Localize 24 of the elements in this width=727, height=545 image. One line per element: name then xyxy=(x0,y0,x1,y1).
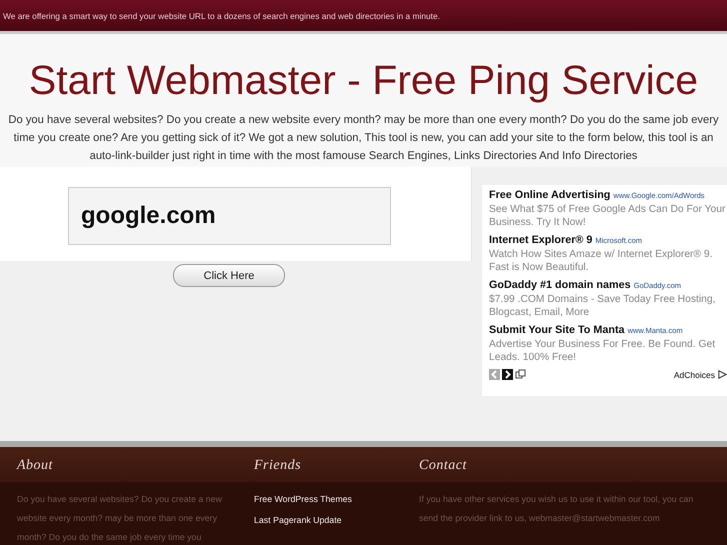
ad-text: Advertise Your Business For Free. Be Found. Get Leads. 100% Free! xyxy=(489,338,716,364)
footer-heading: Contact xyxy=(419,458,467,472)
ad-text: Watch How Sites Amaze w/ Internet Explorer® 9. Fast is Now Beautiful. xyxy=(489,248,714,274)
footer-paragraph: If you have other services you wish us to use it within our tool, you can send the provider link to us, webmaster@startwebmaster.com xyxy=(419,493,694,525)
footer-link[interactable]: Free WordPress Themes xyxy=(254,487,419,511)
ad-title[interactable]: Free Online Advertising xyxy=(489,189,610,201)
footer-paragraph: Do you have several websites? Do you create a new website every month? may be more than one every month? Do you do the same job every time you xyxy=(17,493,223,544)
footer-heading: About xyxy=(17,458,53,472)
url-field[interactable]: google.com xyxy=(68,187,391,245)
footer-link[interactable]: Last Pagerank Update xyxy=(254,508,419,532)
ad-text: See What $75 of Free Google Ads Can Do For Your Business. Try It Now! xyxy=(489,203,726,229)
site-title: Start Webmaster - Free Ping Service xyxy=(28,56,700,105)
ad-title[interactable]: Submit Your Site To Manta xyxy=(489,324,625,336)
tagline: We are offering a smart way to send your website URL to a dozens of search engines and web directories in a minute. xyxy=(3,10,440,20)
ad-title[interactable]: Internet Explorer® 9 xyxy=(489,234,592,246)
adchoices-link[interactable]: AdChoices xyxy=(674,370,715,380)
window-icon[interactable] xyxy=(515,369,526,380)
next-icon[interactable] xyxy=(502,369,513,380)
ad-text: $7.99 .COM Domains - Save Today Free Hosting, Blogcast, Email, More xyxy=(489,293,716,319)
intro-paragraph: Do you have several websites? Do you create a new website every month? may be more than one every month? Do you do the same job every time you create one? Are you getting sick of it? We got a new solution, This tool is new, you can add your site to the form below, this tool is an auto-link-builder just right in time with the most famouse Search Engines, Links Directories And Info Directories xyxy=(7,113,720,164)
footer-heading: Friends xyxy=(254,458,302,472)
play-icon[interactable] xyxy=(718,370,727,379)
submit-button[interactable]: Click Here xyxy=(173,264,285,287)
ad-title[interactable]: GoDaddy #1 domain names xyxy=(489,279,631,291)
